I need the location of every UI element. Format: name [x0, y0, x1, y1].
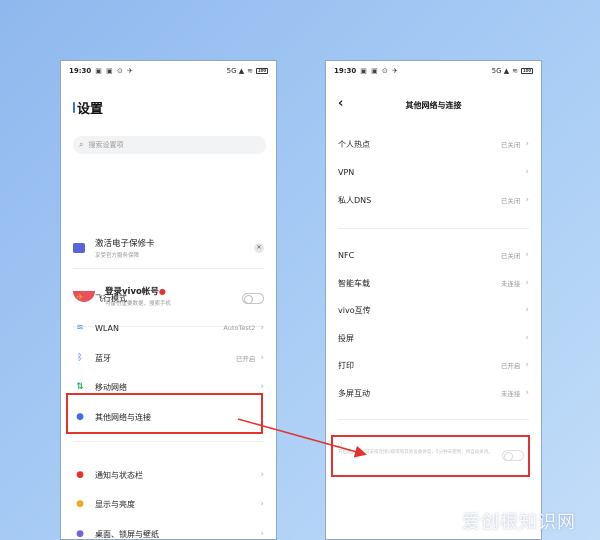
watermark: 爱创根知识网: [462, 512, 576, 533]
connector-arrow: [237, 418, 367, 458]
arrow-line: [237, 418, 367, 458]
